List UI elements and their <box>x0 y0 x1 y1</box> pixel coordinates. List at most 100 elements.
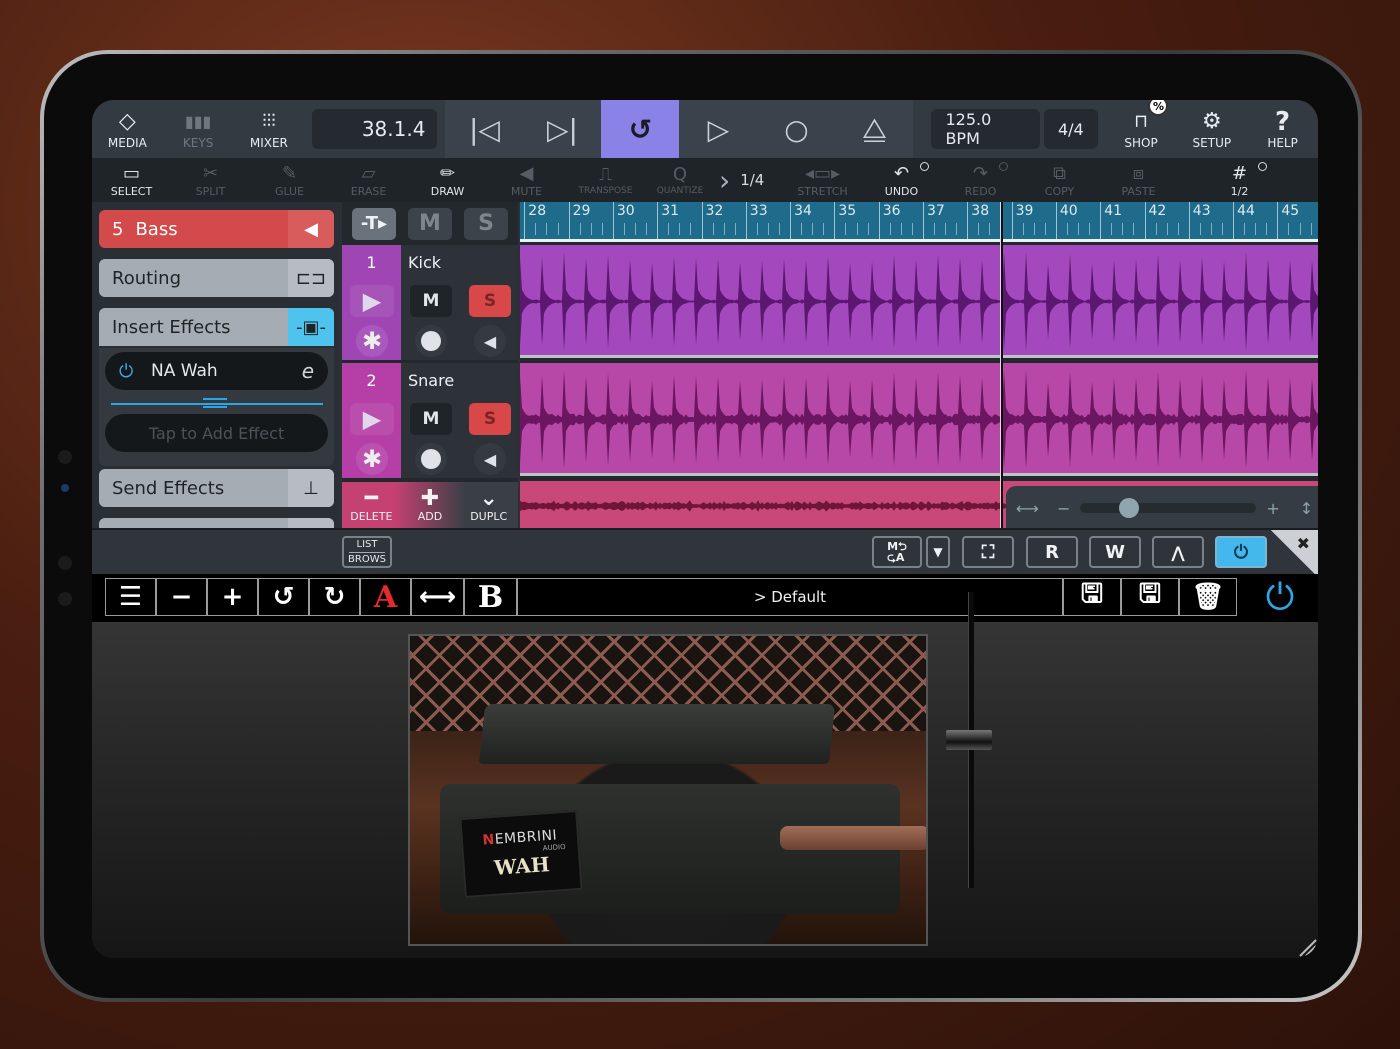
play-track-icon[interactable]: ▶ <box>350 285 394 317</box>
undo-button[interactable]: ↶ UNDO <box>862 158 941 202</box>
previous-preset-button[interactable]: − <box>156 578 207 616</box>
power-icon[interactable]: ⏻ <box>119 361 143 382</box>
insert-effects-section[interactable]: Insert Effects -▣- <box>99 308 334 346</box>
monitor-button[interactable]: ◀ <box>474 443 506 475</box>
routing-section[interactable]: Routing ⊏⊐ <box>99 259 334 297</box>
plugin-bypass-button[interactable]: ⏻ <box>1215 536 1267 568</box>
keys-button[interactable]: ▮▮▮ KEYS <box>163 100 234 158</box>
copy-button[interactable]: ⧉ COPY <box>1020 158 1099 202</box>
stretch-tool[interactable]: ◂▭▸ STRETCH <box>783 158 862 202</box>
swap-arrows-icon: ⟷ <box>418 582 457 612</box>
quantize-tool[interactable]: Q QUANTIZE <box>645 158 715 202</box>
close-plugin-button[interactable]: ✖ <box>1270 530 1318 576</box>
paste-button[interactable]: ⧈ PASTE <box>1099 158 1178 202</box>
mute-tool[interactable]: ◀ MUTE <box>487 158 566 202</box>
mute-button[interactable]: M <box>410 403 452 435</box>
edit-effect-icon[interactable]: e <box>302 359 314 383</box>
monitor-button[interactable]: ◀ <box>474 325 506 357</box>
macro-assign-button[interactable]: M⮌ ⮎A <box>872 536 922 568</box>
delete-track-button[interactable]: ━ DELETE <box>342 482 401 528</box>
global-mute-button[interactable]: M <box>408 207 452 240</box>
record-arm-button[interactable] <box>415 325 447 357</box>
undo-button[interactable]: ↺ <box>258 578 309 616</box>
preset-name-display[interactable]: > Default <box>517 578 1063 616</box>
quantize-label: QUANTIZE <box>656 186 704 196</box>
wah-pedal-image[interactable]: NEMBRINI AUDIO WAH <box>408 634 928 946</box>
effect-slot[interactable]: ⏻ NA Wah e <box>105 352 328 390</box>
menu-button[interactable]: ☰ <box>105 578 156 616</box>
solo-button[interactable]: S <box>469 285 511 317</box>
collapse-arrow-icon[interactable]: ◀ <box>288 210 334 248</box>
zoom-slider[interactable] <box>1080 498 1257 518</box>
pedal-position-fader[interactable] <box>946 730 992 750</box>
arrangement-timeline[interactable]: 27282930313233343536373839404142434445 ⟷… <box>520 202 1318 528</box>
automation-curve-button[interactable]: ⋀ <box>1152 536 1204 568</box>
draw-tool[interactable]: ✏ DRAW <box>408 158 487 202</box>
vertical-zoom-icon[interactable]: ↕ <box>1300 499 1313 518</box>
record-arm-button[interactable] <box>415 443 447 475</box>
zoom-out-button[interactable]: − <box>1057 499 1070 518</box>
help-button[interactable]: ? HELP <box>1247 100 1318 158</box>
grid-button[interactable]: #1/2 <box>1200 158 1279 202</box>
transpose-tool[interactable]: ⎍ TRANSPOSE <box>566 158 645 202</box>
beat-tick <box>945 223 947 235</box>
zoom-in-button[interactable]: + <box>1266 499 1279 518</box>
list-browse-toggle[interactable]: LIST BROWS <box>342 536 392 568</box>
drag-handle-icon[interactable] <box>203 398 227 408</box>
add-track-button[interactable]: ✚ ADD <box>401 482 460 528</box>
select-tool[interactable]: ▭ SELECT <box>92 158 171 202</box>
preset-b-button[interactable]: B <box>464 578 517 616</box>
read-automation-button[interactable]: R <box>1026 536 1078 568</box>
split-tool[interactable]: ✂ SPLIT <box>171 158 250 202</box>
metronome-button[interactable]: ⧋ <box>835 100 913 158</box>
forward-button[interactable]: ▷| <box>523 100 601 158</box>
solo-button[interactable]: S <box>469 403 511 435</box>
track-split-button[interactable]: -T▸ <box>352 207 396 240</box>
pencil-icon: ✏ <box>439 162 456 184</box>
duplicate-track-button[interactable]: ⌄ DUPLC <box>459 482 518 528</box>
ab-swap-button[interactable]: ⟷ <box>411 578 464 616</box>
selected-track-header[interactable]: 5 Bass ◀ <box>99 210 334 248</box>
preset-a-button[interactable]: A <box>360 578 411 616</box>
media-button[interactable]: ◇ MEDIA <box>92 100 163 158</box>
track-header-kick[interactable]: 1 ▶ ✱ Kick M S ◀ <box>342 245 518 360</box>
plugin-power-button[interactable]: ⏻ <box>1260 577 1300 618</box>
time-signature-display[interactable]: 4/4 <box>1043 109 1098 149</box>
asterisk-icon[interactable]: ✱ <box>356 443 388 475</box>
global-solo-button[interactable]: S <box>464 207 508 240</box>
macro-dropdown[interactable]: ▼ <box>926 536 950 568</box>
play-button[interactable]: ▷ <box>679 100 757 158</box>
rewind-button[interactable]: |◁ <box>445 100 523 158</box>
shop-button[interactable]: ⊓ SHOP % <box>1106 100 1177 158</box>
fullscreen-button[interactable]: ⛶ <box>962 536 1014 568</box>
asterisk-icon[interactable]: ✱ <box>356 325 388 357</box>
tempo-display[interactable]: 125.0 BPM <box>931 109 1040 149</box>
write-automation-button[interactable]: W <box>1089 536 1141 568</box>
bar-ruler[interactable]: 27282930313233343536373839404142434445 <box>520 202 1318 242</box>
next-section[interactable] <box>99 518 334 528</box>
delete-preset-button[interactable]: 🗑 <box>1179 578 1237 616</box>
glue-tool[interactable]: ✎ GLUE <box>250 158 329 202</box>
zoom-slider-thumb[interactable] <box>1119 498 1140 518</box>
redo-button[interactable]: ↷ REDO <box>941 158 1020 202</box>
play-track-icon[interactable]: ▶ <box>350 403 394 435</box>
kick-lane[interactable] <box>520 245 1318 358</box>
send-effects-section[interactable]: Send Effects ⊥ <box>99 469 334 507</box>
redo-button[interactable]: ↻ <box>309 578 360 616</box>
setup-button[interactable]: ⚙ SETUP <box>1176 100 1247 158</box>
loop-button[interactable]: ↺ <box>601 100 680 158</box>
mixer-button[interactable]: ⫶⫶⫶ MIXER <box>234 100 305 158</box>
snare-lane[interactable] <box>520 363 1318 476</box>
record-button[interactable]: ○ <box>757 100 835 158</box>
playhead[interactable] <box>1000 202 1003 528</box>
snap-value[interactable]: › 1/4 <box>715 164 783 197</box>
resize-grip-icon[interactable] <box>1296 936 1318 958</box>
track-header-snare[interactable]: 2 ▶ ✱ Snare M S ◀ <box>342 363 518 478</box>
position-display[interactable]: 38.1.4 <box>312 109 438 149</box>
next-preset-button[interactable]: + <box>207 578 258 616</box>
save-as-preset-button[interactable]: 🖫 <box>1121 578 1179 616</box>
save-preset-button[interactable]: 🖫 <box>1063 578 1121 616</box>
erase-tool[interactable]: ▱ ERASE <box>329 158 408 202</box>
mute-button[interactable]: M <box>410 285 452 317</box>
add-effect-button[interactable]: Tap to Add Effect <box>105 414 328 452</box>
